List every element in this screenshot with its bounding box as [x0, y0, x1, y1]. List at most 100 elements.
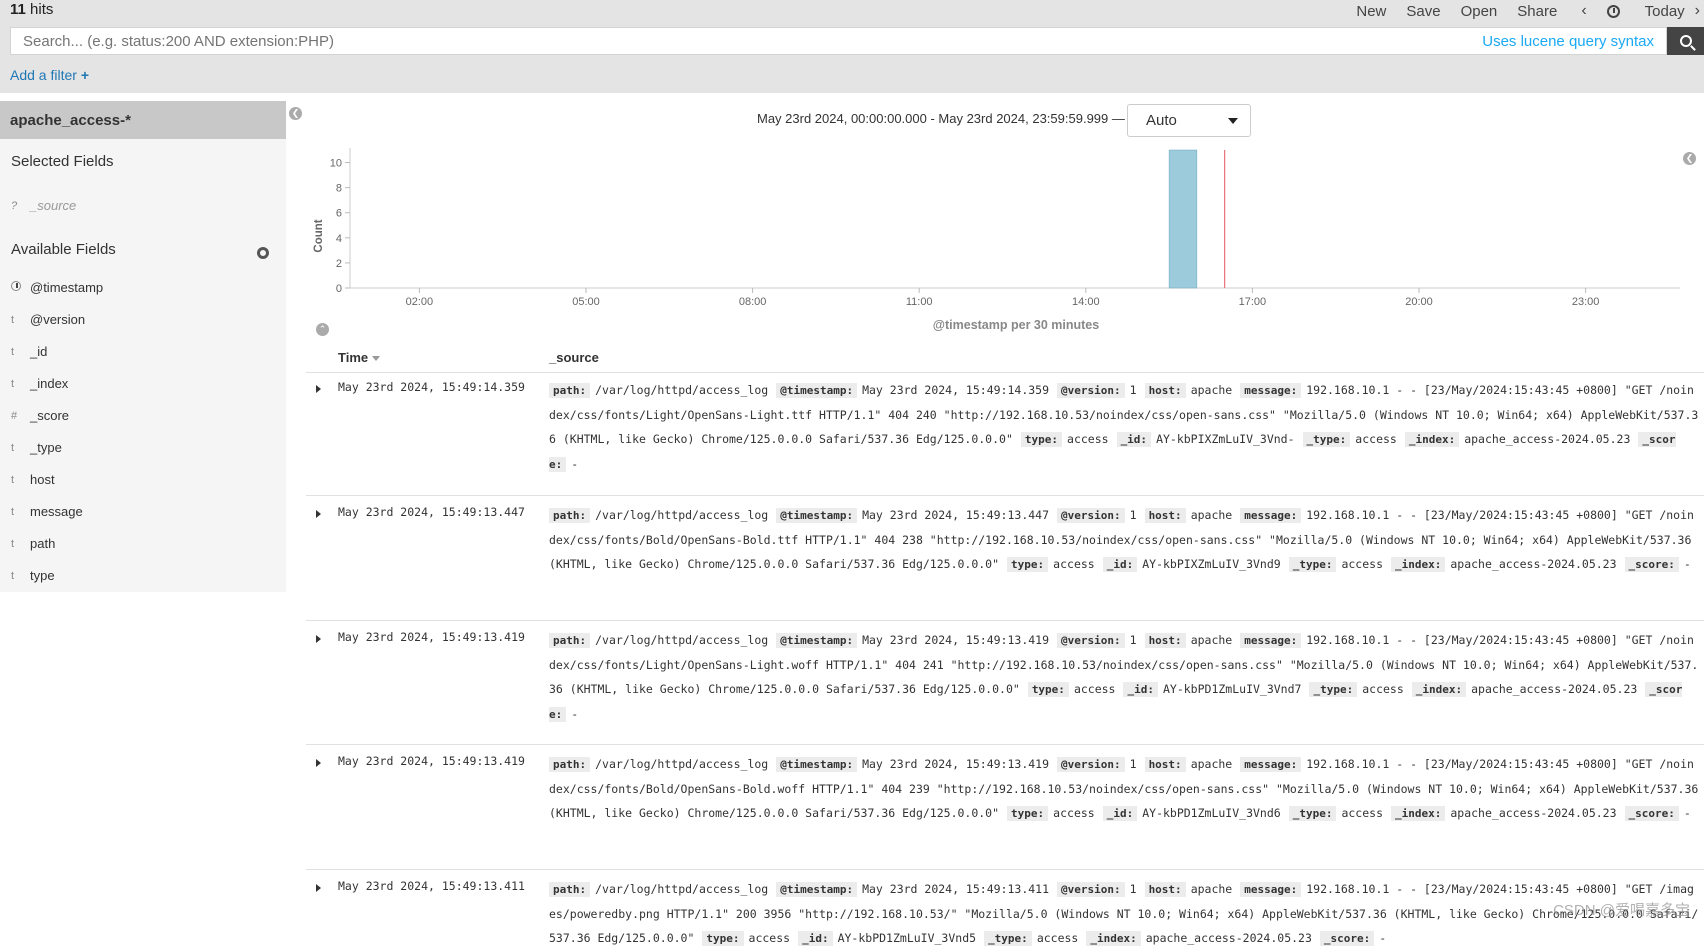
source-field-key: _id: — [1103, 557, 1138, 572]
clock-icon — [11, 281, 30, 294]
source-field-key: type: — [1028, 682, 1069, 697]
column-header-time[interactable]: Time — [338, 350, 380, 365]
collapse-sidebar-icon[interactable]: ❮ — [289, 107, 302, 120]
source-field-key: @timestamp: — [776, 882, 857, 897]
field-item-version[interactable]: t @version — [11, 312, 85, 327]
field-item-id[interactable]: t _id — [11, 344, 47, 359]
field-sidebar: apache_access-* Selected Fields ? _sourc… — [0, 101, 286, 592]
field-type-icon: t — [11, 442, 30, 454]
source-field-key: _type: — [1289, 806, 1337, 821]
source-field-key: path: — [549, 633, 590, 648]
time-picker-button[interactable]: Today — [1607, 3, 1685, 20]
field-item-source[interactable]: ? _source — [11, 198, 76, 213]
x-tick-label: 11:00 — [906, 296, 933, 308]
source-field-value: apache — [1191, 508, 1233, 522]
field-item-type-meta[interactable]: t _type — [11, 440, 62, 455]
source-field-value: AY-kbPD1ZmLuIV_3Vnd5 — [838, 931, 976, 945]
source-field-key: type: — [1007, 806, 1048, 821]
gear-icon[interactable] — [257, 247, 269, 259]
source-field-value: - — [571, 707, 578, 721]
row-source: path:/var/log/httpd/access_log@timestamp… — [549, 628, 1699, 727]
field-item-timestamp[interactable]: @timestamp — [11, 280, 103, 295]
source-field-value: apache_access-2024.05.23 — [1146, 931, 1312, 945]
bars-layer[interactable] — [1169, 150, 1197, 288]
x-axis-label: @timestamp per 30 minutes — [933, 318, 1099, 332]
row-source: path:/var/log/httpd/access_log@timestamp… — [549, 503, 1699, 577]
row-time: May 23rd 2024, 15:49:13.411 — [338, 879, 525, 893]
row-divider — [306, 869, 1704, 870]
row-source: path:/var/log/httpd/access_log@timestamp… — [549, 752, 1699, 826]
source-field-value: /var/log/httpd/access_log — [595, 508, 768, 522]
time-range-label: May 23rd 2024, 00:00:00.000 - May 23rd 2… — [757, 111, 1125, 126]
source-field-key: type: — [1007, 557, 1048, 572]
add-filter-link[interactable]: Add a filter + — [10, 67, 89, 83]
row-divider — [306, 744, 1704, 745]
source-field-key: _id: — [798, 931, 833, 946]
source-field-key: _type: — [1289, 557, 1337, 572]
save-button[interactable]: Save — [1406, 3, 1440, 20]
row-time: May 23rd 2024, 15:49:13.419 — [338, 630, 525, 644]
field-name: host — [30, 472, 55, 487]
field-item-path[interactable]: t path — [11, 536, 55, 551]
top-bar: 11 hits New Save Open Share ‹ Today › — [0, 0, 1704, 27]
expand-row-icon[interactable] — [316, 759, 321, 767]
lucene-syntax-link[interactable]: Uses lucene query syntax — [1482, 33, 1654, 50]
source-field-key: @timestamp: — [776, 633, 857, 648]
source-field-value: apache — [1191, 383, 1233, 397]
field-item-score[interactable]: # _score — [11, 408, 69, 423]
source-field-key: _index: — [1391, 557, 1445, 572]
expand-row-icon[interactable] — [316, 510, 321, 518]
share-button[interactable]: Share — [1517, 3, 1557, 20]
source-field-key: @timestamp: — [776, 757, 857, 772]
source-field-key: @version: — [1057, 633, 1125, 648]
source-field-value: - — [1684, 806, 1691, 820]
source-field-key: _score: — [1625, 557, 1679, 572]
source-field-value: May 23rd 2024, 15:49:13.419 — [862, 633, 1049, 647]
field-item-host[interactable]: t host — [11, 472, 55, 487]
search-button[interactable] — [1667, 27, 1704, 55]
search-box: Uses lucene query syntax — [10, 27, 1667, 55]
source-field-value: access — [1362, 682, 1404, 696]
interval-select[interactable]: Auto — [1127, 104, 1251, 137]
x-tick-label: 20:00 — [1405, 296, 1433, 308]
source-field-key: @version: — [1057, 882, 1125, 897]
source-field-key: _index: — [1405, 432, 1459, 447]
open-button[interactable]: Open — [1461, 3, 1498, 20]
expand-row-icon[interactable] — [316, 635, 321, 643]
source-field-key: type: — [702, 931, 743, 946]
x-axis: 02:0005:0008:0011:0014:0017:0020:0023:00 — [350, 288, 1680, 308]
top-menu: New Save Open Share ‹ Today › — [1336, 0, 1704, 22]
source-field-value: 1 — [1130, 757, 1137, 771]
chevron-left-icon[interactable]: ‹ — [1581, 2, 1586, 20]
source-field-value: access — [1074, 682, 1116, 696]
search-area: Uses lucene query syntax Add a filter + — [0, 27, 1704, 93]
search-input[interactable] — [11, 28, 1311, 54]
add-filter-label: Add a filter — [10, 67, 77, 83]
field-item-index[interactable]: t _index — [11, 376, 68, 391]
source-field-value: apache_access-2024.05.23 — [1471, 682, 1637, 696]
chevron-right-icon[interactable]: › — [1695, 2, 1700, 20]
histogram-bar — [1169, 150, 1197, 288]
y-tick-label: 8 — [336, 183, 342, 195]
field-item-type[interactable]: t type — [11, 568, 55, 583]
source-field-value: 1 — [1130, 633, 1137, 647]
source-field-key: message: — [1240, 757, 1301, 772]
source-field-key: host: — [1145, 383, 1186, 398]
x-tick-label: 08:00 — [739, 296, 767, 308]
source-field-key: host: — [1145, 633, 1186, 648]
field-item-message[interactable]: t message — [11, 504, 83, 519]
expand-row-icon[interactable] — [316, 385, 321, 393]
source-field-value: access — [1053, 806, 1095, 820]
field-type-icon: t — [11, 506, 30, 518]
x-tick-label: 05:00 — [572, 296, 600, 308]
source-field-key: _type: — [1303, 432, 1351, 447]
expand-row-icon[interactable] — [316, 884, 321, 892]
field-name: _score — [30, 408, 69, 423]
source-field-key: type: — [1021, 432, 1062, 447]
x-tick-label: 14:00 — [1072, 296, 1100, 308]
new-button[interactable]: New — [1356, 3, 1386, 20]
index-pattern-selector[interactable]: apache_access-* — [0, 101, 286, 139]
today-label: Today — [1645, 3, 1685, 20]
hits-count: 11 — [10, 1, 26, 18]
field-type-icon: t — [11, 538, 30, 550]
